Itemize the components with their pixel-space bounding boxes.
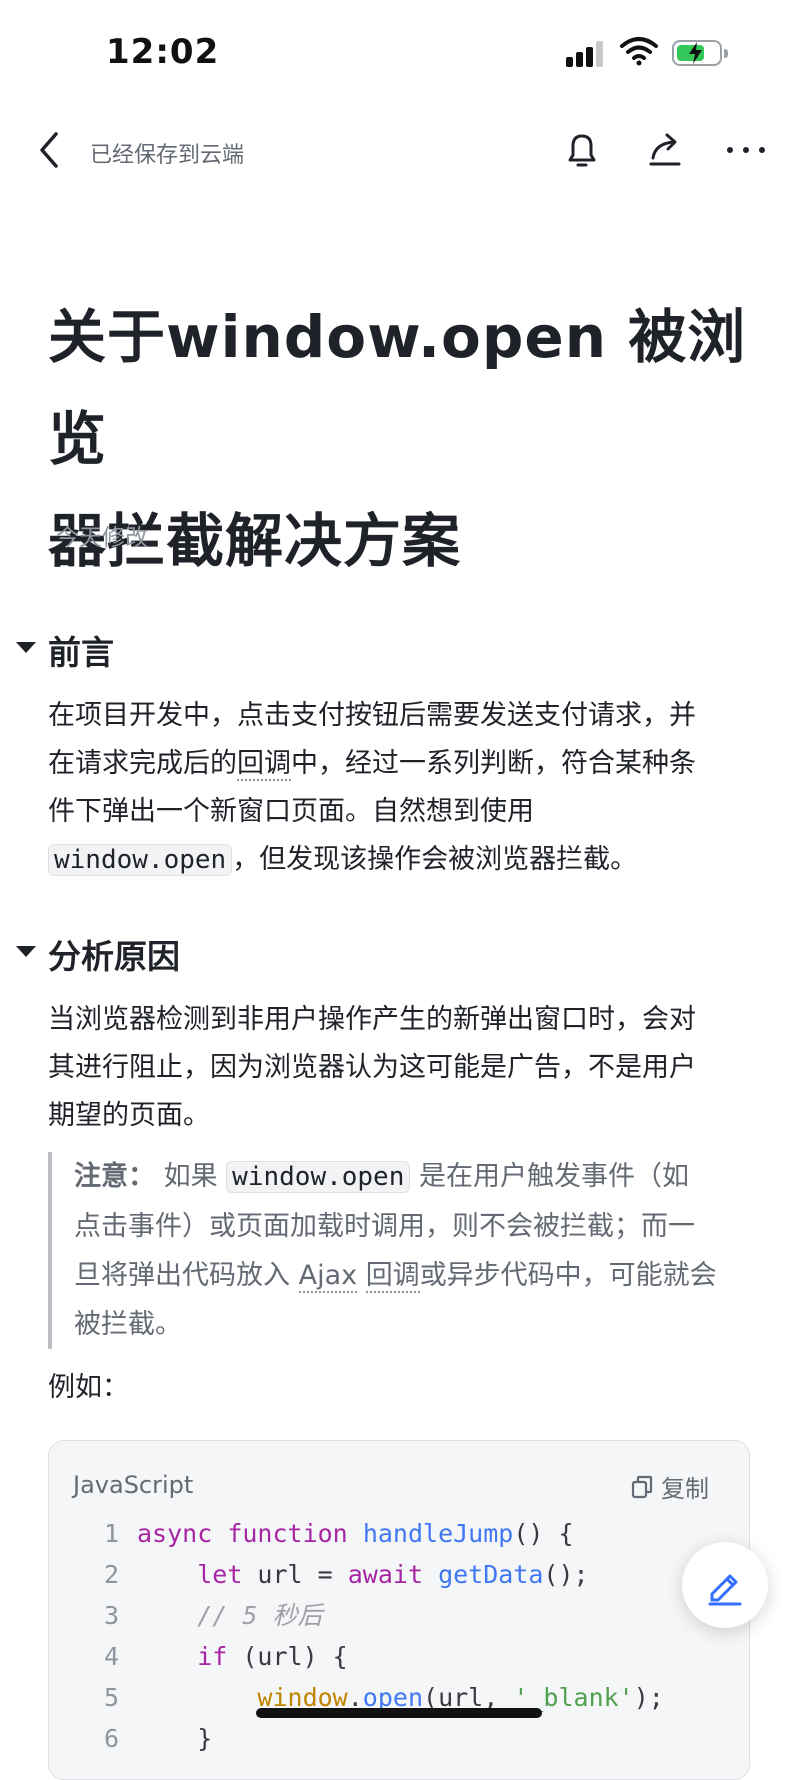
heading-text: 前言 [48, 633, 114, 672]
inline-code: window.open [226, 1161, 411, 1193]
status-bar: 12:02 [0, 0, 800, 110]
note-blockquote[interactable]: 注意： 如果 window.open 是在用户触发事件（如 点击事件）或页面加载… [48, 1152, 758, 1349]
line-number: 3 [103, 1601, 119, 1630]
code-token: if [197, 1642, 228, 1671]
note-label: 注意： [74, 1161, 155, 1192]
code-language[interactable]: JavaScript [73, 1471, 193, 1499]
text-line: 注意： 如果 window.open 是在用户触发事件（如 [74, 1161, 689, 1193]
copy-label: 复制 [661, 1475, 709, 1503]
paragraph-analysis[interactable]: 当浏览器检测到非用户操作产生的新弹出窗口时，会对 其进行阻止，因为浏览器认为这可… [48, 996, 748, 1140]
text-line: 期望的页面。 [48, 1100, 210, 1131]
code-token: let [197, 1560, 243, 1589]
text-line: 其进行阻止，因为浏览器认为这可能是广告，不是用户 [48, 1052, 696, 1083]
more-horizontal-icon [727, 147, 765, 153]
code-line: 2 let url = await getData (); [49, 1554, 749, 1595]
code-line: 3 // 5 秒后 [49, 1595, 749, 1636]
comment-underline[interactable]: 回调 [365, 1260, 420, 1293]
chevron-left-icon [40, 132, 58, 168]
title-line: 器拦截解决方案 [48, 507, 462, 575]
save-status-text: 已经保存到云端 [90, 143, 245, 168]
share-button[interactable] [643, 128, 687, 172]
code-token: function [227, 1519, 348, 1548]
line-number: 6 [103, 1724, 119, 1753]
paragraph-preface[interactable]: 在项目开发中，点击支付按钮后需要发送支付请求，并 在请求完成后的回调中，经过一系… [48, 692, 748, 884]
code-line: 4 if (url) { [49, 1636, 749, 1677]
collapse-toggle[interactable] [16, 638, 36, 658]
modified-time: 今天修改 [56, 525, 148, 551]
copy-button[interactable]: 复制 [631, 1469, 709, 1504]
document-title[interactable]: 关于window.open 被浏览 器拦截解决方案 [48, 286, 748, 592]
code-token: await [347, 1560, 423, 1589]
text-line: 在项目开发中，点击支付按钮后需要发送支付请求，并 [48, 700, 696, 731]
line-number: 5 [103, 1683, 119, 1712]
code-token: // 5 秒后 [197, 1601, 323, 1630]
code-token: (url) { [227, 1642, 348, 1671]
code-token: () { [513, 1519, 574, 1548]
more-button[interactable] [724, 128, 768, 172]
code-token: ); [633, 1683, 664, 1712]
battery-icon [672, 40, 728, 66]
heading-text: 分析原因 [48, 937, 180, 976]
text-line: 点击事件）或页面加载时调用，则不会被拦截；而一 [74, 1211, 695, 1242]
caret-down-icon [16, 946, 36, 957]
edit-button[interactable] [682, 1542, 768, 1628]
inline-code: window.open [48, 844, 233, 876]
text-line: 旦将弹出代码放入 Ajax 回调或异步代码中，可能就会 [74, 1260, 717, 1293]
code-token: (); [543, 1560, 589, 1589]
text-line: 被拦截。 [74, 1309, 182, 1340]
back-button[interactable] [30, 128, 74, 172]
code-token: getData [438, 1560, 544, 1589]
status-time: 12:02 [106, 32, 220, 72]
text-line: window.open ，但发现该操作会被浏览器拦截。 [48, 836, 748, 884]
code-token: url = [242, 1560, 348, 1589]
cellular-signal-icon [566, 41, 606, 67]
text-line: 在请求完成后的回调中，经过一系列判断，符合某种条 [48, 748, 696, 781]
line-number: 4 [103, 1642, 119, 1671]
example-label: 例如： [48, 1372, 129, 1403]
caret-down-icon [16, 642, 36, 653]
line-number: 1 [103, 1519, 119, 1548]
code-token: async [137, 1519, 213, 1548]
copy-icon [631, 1475, 653, 1498]
wifi-icon [620, 36, 658, 70]
text-line: 当浏览器检测到非用户操作产生的新弹出窗口时，会对 [48, 1004, 696, 1035]
bell-icon [568, 134, 596, 167]
text-line: 件下弹出一个新窗口页面。自然想到使用 [48, 796, 534, 827]
pencil-icon [708, 1574, 742, 1606]
comment-underline[interactable]: Ajax [298, 1260, 358, 1293]
notification-button[interactable] [560, 128, 604, 172]
nav-bar: 已经保存到云端 [0, 110, 800, 190]
code-line: 1 async function handleJump() { [49, 1513, 749, 1554]
code-token: handleJump [362, 1519, 514, 1548]
code-lines: 1 async function handleJump() { 2 let url … [49, 1513, 749, 1759]
code-block[interactable]: JavaScript 复制 1 async function handleJump… [48, 1440, 750, 1780]
title-line: 关于window.open 被浏览 [48, 303, 747, 473]
comment-underline[interactable]: 回调 [237, 748, 291, 781]
code-token: } [137, 1724, 213, 1753]
code-line: 6 } [49, 1718, 749, 1759]
home-indicator [256, 1708, 542, 1718]
collapse-toggle[interactable] [16, 942, 36, 962]
line-number: 2 [103, 1560, 119, 1589]
share-icon [649, 133, 681, 166]
